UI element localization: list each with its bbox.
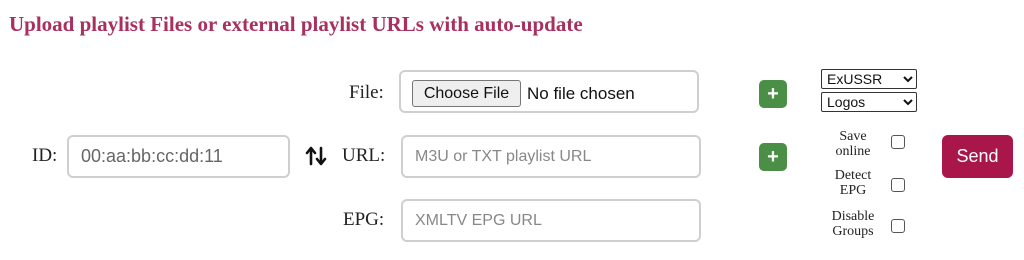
save-online-checkbox[interactable]	[891, 135, 905, 149]
disable-groups-label: Disable Groups	[831, 209, 875, 239]
save-online-label: Save online	[835, 129, 871, 159]
logos-select[interactable]: Logos	[821, 92, 917, 112]
disable-groups-checkbox[interactable]	[891, 219, 905, 233]
swap-vertical-icon[interactable]	[304, 143, 328, 169]
id-label: ID:	[32, 145, 58, 166]
id-input[interactable]	[67, 135, 290, 178]
add-url-button[interactable]: +	[759, 143, 787, 171]
url-input[interactable]	[401, 135, 701, 178]
file-label: File:	[349, 82, 384, 103]
chevron-down-icon	[900, 94, 916, 110]
file-status-text: No file chosen	[527, 84, 635, 103]
chevron-down-icon	[900, 71, 916, 87]
add-file-button[interactable]: +	[759, 80, 787, 108]
page-title: Upload playlist Files or external playli…	[9, 12, 583, 36]
logos-select-value: Logos	[827, 94, 866, 110]
country-select-value: ExUSSR	[827, 71, 883, 87]
country-select[interactable]: ExUSSR	[821, 69, 917, 89]
detect-epg-label: Detect EPG	[834, 168, 872, 198]
epg-input[interactable]	[401, 199, 701, 242]
detect-epg-checkbox[interactable]	[891, 178, 905, 192]
epg-label: EPG:	[343, 209, 385, 230]
choose-file-button[interactable]: Choose File	[412, 80, 521, 107]
url-label: URL:	[342, 145, 386, 166]
send-button[interactable]: Send	[942, 135, 1013, 178]
